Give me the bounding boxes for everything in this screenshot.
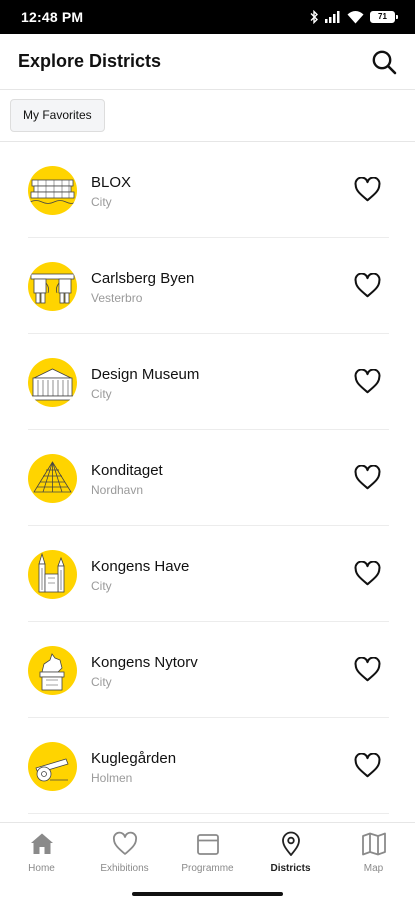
app-bar: Explore Districts — [0, 34, 415, 90]
list-item[interactable]: Design Museum City — [28, 334, 389, 430]
elephant-gate-icon — [28, 262, 77, 311]
tab-label: Districts — [270, 863, 311, 874]
tab-label: Exhibitions — [100, 863, 149, 874]
district-area: Holmen — [91, 771, 133, 785]
tab-programme[interactable]: Programme — [166, 831, 249, 881]
my-favorites-chip[interactable]: My Favorites — [10, 99, 105, 132]
heart-outline-icon[interactable] — [354, 657, 381, 682]
tab-label: Programme — [181, 863, 234, 874]
district-area: Vesterbro — [91, 291, 143, 305]
district-area: City — [91, 579, 112, 593]
wifi-icon — [347, 10, 364, 24]
home-icon — [30, 833, 53, 854]
district-name: Carlsberg Byen — [91, 270, 195, 287]
tab-label: Map — [363, 863, 384, 874]
heart-outline-icon[interactable] — [354, 369, 381, 394]
district-area: City — [91, 387, 112, 401]
heart-outline-icon[interactable] — [354, 561, 381, 586]
district-name: Konditaget — [91, 462, 163, 479]
district-name: BLOX — [91, 174, 132, 191]
battery-level: 71 — [371, 12, 394, 22]
filter-bar: My Favorites — [0, 90, 415, 142]
heart-outline-icon — [112, 831, 137, 855]
district-name: Kongens Have — [91, 558, 190, 575]
castle-towers-icon — [28, 550, 77, 599]
district-name: Kongens Nytorv — [91, 654, 198, 671]
heart-outline-icon[interactable] — [354, 177, 381, 202]
list-item[interactable]: Kongens Nytorv City — [28, 622, 389, 718]
districts-list: BLOX City Carlsberg Byen Vesterbro Desig… — [0, 142, 415, 822]
district-name: Kuglegården — [91, 750, 177, 767]
calendar-icon — [196, 834, 219, 855]
list-item[interactable]: Kongens Have City — [28, 526, 389, 622]
heart-outline-icon[interactable] — [354, 753, 381, 778]
heart-outline-icon[interactable] — [354, 273, 381, 298]
battery-icon: 71 — [370, 11, 398, 23]
district-area: City — [91, 195, 112, 209]
list-item[interactable]: Konditaget Nordhavn — [28, 430, 389, 526]
tab-label: Home — [28, 863, 55, 874]
search-icon — [372, 50, 397, 74]
status-time: 12:48 PM — [21, 9, 84, 25]
heart-outline-icon[interactable] — [354, 465, 381, 490]
tab-exhibitions[interactable]: Exhibitions — [83, 831, 166, 881]
tab-map[interactable]: Map — [332, 831, 415, 881]
equestrian-statue-icon — [28, 646, 77, 695]
tab-home[interactable]: Home — [0, 831, 83, 881]
museum-building-icon — [28, 358, 77, 407]
location-pin-icon — [281, 831, 300, 856]
rooftop-structure-icon — [28, 454, 77, 503]
status-bar: 12:48 PM 71 — [0, 0, 415, 34]
search-button[interactable] — [369, 47, 399, 77]
blox-building-icon — [28, 166, 77, 215]
tab-districts[interactable]: Districts — [249, 831, 332, 881]
district-area: Nordhavn — [91, 483, 144, 497]
list-item[interactable]: Kuglegården Holmen — [28, 718, 389, 814]
cannon-icon — [28, 742, 77, 791]
bluetooth-icon — [309, 10, 319, 24]
page-title: Explore Districts — [18, 51, 162, 71]
district-area: City — [91, 675, 112, 689]
map-icon — [361, 832, 386, 856]
bottom-navigation: Home Exhibitions Programme Districts Map — [0, 822, 415, 900]
list-item[interactable]: Carlsberg Byen Vesterbro — [28, 238, 389, 334]
list-item[interactable]: BLOX City — [28, 142, 389, 238]
cellular-signal-icon — [325, 11, 341, 23]
gesture-home-bar[interactable] — [132, 892, 283, 896]
system-icons: 71 — [309, 10, 398, 24]
district-name: Design Museum — [91, 366, 200, 383]
